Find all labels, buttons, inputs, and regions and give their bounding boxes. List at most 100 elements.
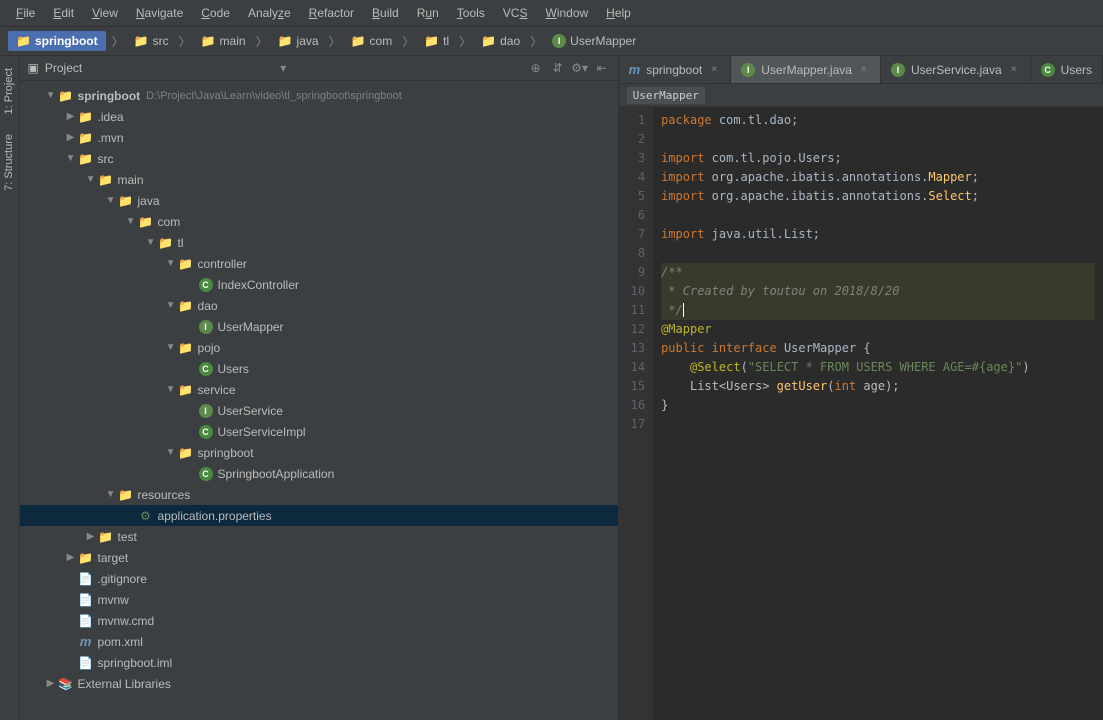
menu-help[interactable]: Help [598,4,639,22]
expand-arrow-icon[interactable]: ▼ [44,90,58,101]
editor-breadcrumb[interactable]: UserMapper [619,84,1103,107]
expand-arrow-icon[interactable]: ▶ [84,531,98,542]
module-icon: 📁 [58,88,74,104]
expand-arrow-icon[interactable]: ▼ [124,216,138,227]
breadcrumb-usermapper[interactable]: IUserMapper [548,32,640,50]
editor-tab-usermapper[interactable]: IUserMapper.java× [731,56,881,83]
breadcrumb-java[interactable]: 📁java [274,32,323,50]
close-icon[interactable]: × [1008,64,1020,76]
breadcrumb-src[interactable]: 📁src [130,32,173,50]
breadcrumb-root-label: springboot [35,34,98,48]
tree-java[interactable]: ▼📁java [20,190,618,211]
maven-icon: m [78,634,94,650]
editor-tab-userservice[interactable]: IUserService.java× [881,56,1031,83]
code-editor[interactable]: 1234567891011121314151617 package com.tl… [619,107,1103,720]
editor-tab-springboot[interactable]: mspringboot× [619,56,732,83]
expand-arrow-icon[interactable]: ▼ [164,342,178,353]
tree-gitignore[interactable]: 📄.gitignore [20,568,618,589]
breadcrumb-tl[interactable]: 📁tl [420,32,453,50]
expand-arrow-icon[interactable]: ▼ [144,237,158,248]
breadcrumb-dao[interactable]: 📁dao [477,32,524,50]
expand-arrow-icon[interactable]: ▶ [64,111,78,122]
menu-edit[interactable]: Edit [45,4,82,22]
tree-pojo[interactable]: ▼📁pojo [20,337,618,358]
folder-icon: 📁 [78,109,94,125]
code-content[interactable]: package com.tl.dao; import com.tl.pojo.U… [653,107,1103,720]
tree-userserviceimpl[interactable]: CUserServiceImpl [20,421,618,442]
text-cursor [683,303,684,317]
expand-arrow-icon[interactable]: ▼ [164,300,178,311]
tree-appprops[interactable]: ⚙application.properties [20,505,618,526]
expand-arrow-icon[interactable]: ▶ [64,552,78,563]
structure-tab[interactable]: 7: Structure [1,130,17,195]
editor-tab-users[interactable]: CUsers [1031,56,1103,83]
tree-com[interactable]: ▼📁com [20,211,618,232]
libraries-icon: 📚 [58,676,74,692]
target-icon[interactable]: ⊕ [528,60,544,76]
menu-navigate[interactable]: Navigate [128,4,191,22]
tree-controller[interactable]: ▼📁controller [20,253,618,274]
project-tool-window: ▣ Project ▾ ⊕ ⇵ ⚙▾ ⇤ ▼ 📁 springboot D:\P… [20,56,619,720]
tree-src[interactable]: ▼📁src [20,148,618,169]
breadcrumb-root[interactable]: 📁 springboot [8,31,106,51]
gear-icon[interactable]: ⚙▾ [572,60,588,76]
hide-icon[interactable]: ⇤ [594,60,610,76]
expand-arrow-icon[interactable]: ▼ [164,447,178,458]
tree-dao[interactable]: ▼📁dao [20,295,618,316]
tree-pomxml[interactable]: mpom.xml [20,631,618,652]
collapse-icon[interactable]: ⇵ [550,60,566,76]
menu-file[interactable]: File [8,4,43,22]
chevron-right-icon: 〉 [329,33,341,50]
package-icon: 📁 [158,235,174,251]
tree-springboot-pkg[interactable]: ▼📁springboot [20,442,618,463]
menu-refactor[interactable]: Refactor [301,4,362,22]
tree-springbootapp[interactable]: CSpringbootApplication [20,463,618,484]
expand-arrow-icon[interactable]: ▼ [104,489,118,500]
menu-analyze[interactable]: Analyze [240,4,299,22]
tree-tl[interactable]: ▼📁tl [20,232,618,253]
tree-resources[interactable]: ▼📁resources [20,484,618,505]
close-icon[interactable]: × [708,64,720,76]
interface-icon: I [552,34,566,48]
tree-mvnwcmd[interactable]: 📄mvnw.cmd [20,610,618,631]
project-tab[interactable]: 1: Project [1,64,17,118]
tree-indexcontroller[interactable]: CIndexController [20,274,618,295]
tree-usermapper[interactable]: IUserMapper [20,316,618,337]
tree-users[interactable]: CUsers [20,358,618,379]
expand-arrow-icon[interactable]: ▼ [104,195,118,206]
tree-root[interactable]: ▼ 📁 springboot D:\Project\Java\Learn\vid… [20,85,618,106]
tree-userservice[interactable]: IUserService [20,400,618,421]
tree-main[interactable]: ▼📁main [20,169,618,190]
expand-arrow-icon[interactable]: ▼ [164,258,178,269]
menu-vcs[interactable]: VCS [495,4,536,22]
package-icon: 📁 [138,214,154,230]
expand-arrow-icon[interactable]: ▼ [164,384,178,395]
tree-extlibs[interactable]: ▶📚External Libraries [20,673,618,694]
expand-arrow-icon[interactable]: ▶ [64,132,78,143]
tree-target[interactable]: ▶📁target [20,547,618,568]
breadcrumb-main[interactable]: 📁main [197,32,250,50]
tree-idea[interactable]: ▶📁.idea [20,106,618,127]
folder-icon: 📁 [134,34,149,48]
expand-arrow-icon[interactable]: ▶ [44,678,58,689]
menu-code[interactable]: Code [193,4,238,22]
dropdown-arrow-icon[interactable]: ▾ [280,61,286,75]
expand-arrow-icon[interactable]: ▼ [84,174,98,185]
menu-window[interactable]: Window [537,4,596,22]
folder-icon: 📁 [481,34,496,48]
tree-mvn[interactable]: ▶📁.mvn [20,127,618,148]
tree-service[interactable]: ▼📁service [20,379,618,400]
menu-tools[interactable]: Tools [449,4,493,22]
menu-run[interactable]: Run [409,4,447,22]
properties-file-icon: ⚙ [138,508,154,524]
tree-springbootiml[interactable]: 📄springboot.iml [20,652,618,673]
tree-mvnw[interactable]: 📄mvnw [20,589,618,610]
close-icon[interactable]: × [858,64,870,76]
file-icon: 📄 [78,571,94,587]
expand-arrow-icon[interactable]: ▼ [64,153,78,164]
menu-build[interactable]: Build [364,4,407,22]
folder-icon: 📁 [78,130,94,146]
tree-test[interactable]: ▶📁test [20,526,618,547]
menu-view[interactable]: View [84,4,126,22]
breadcrumb-com[interactable]: 📁com [347,32,397,50]
